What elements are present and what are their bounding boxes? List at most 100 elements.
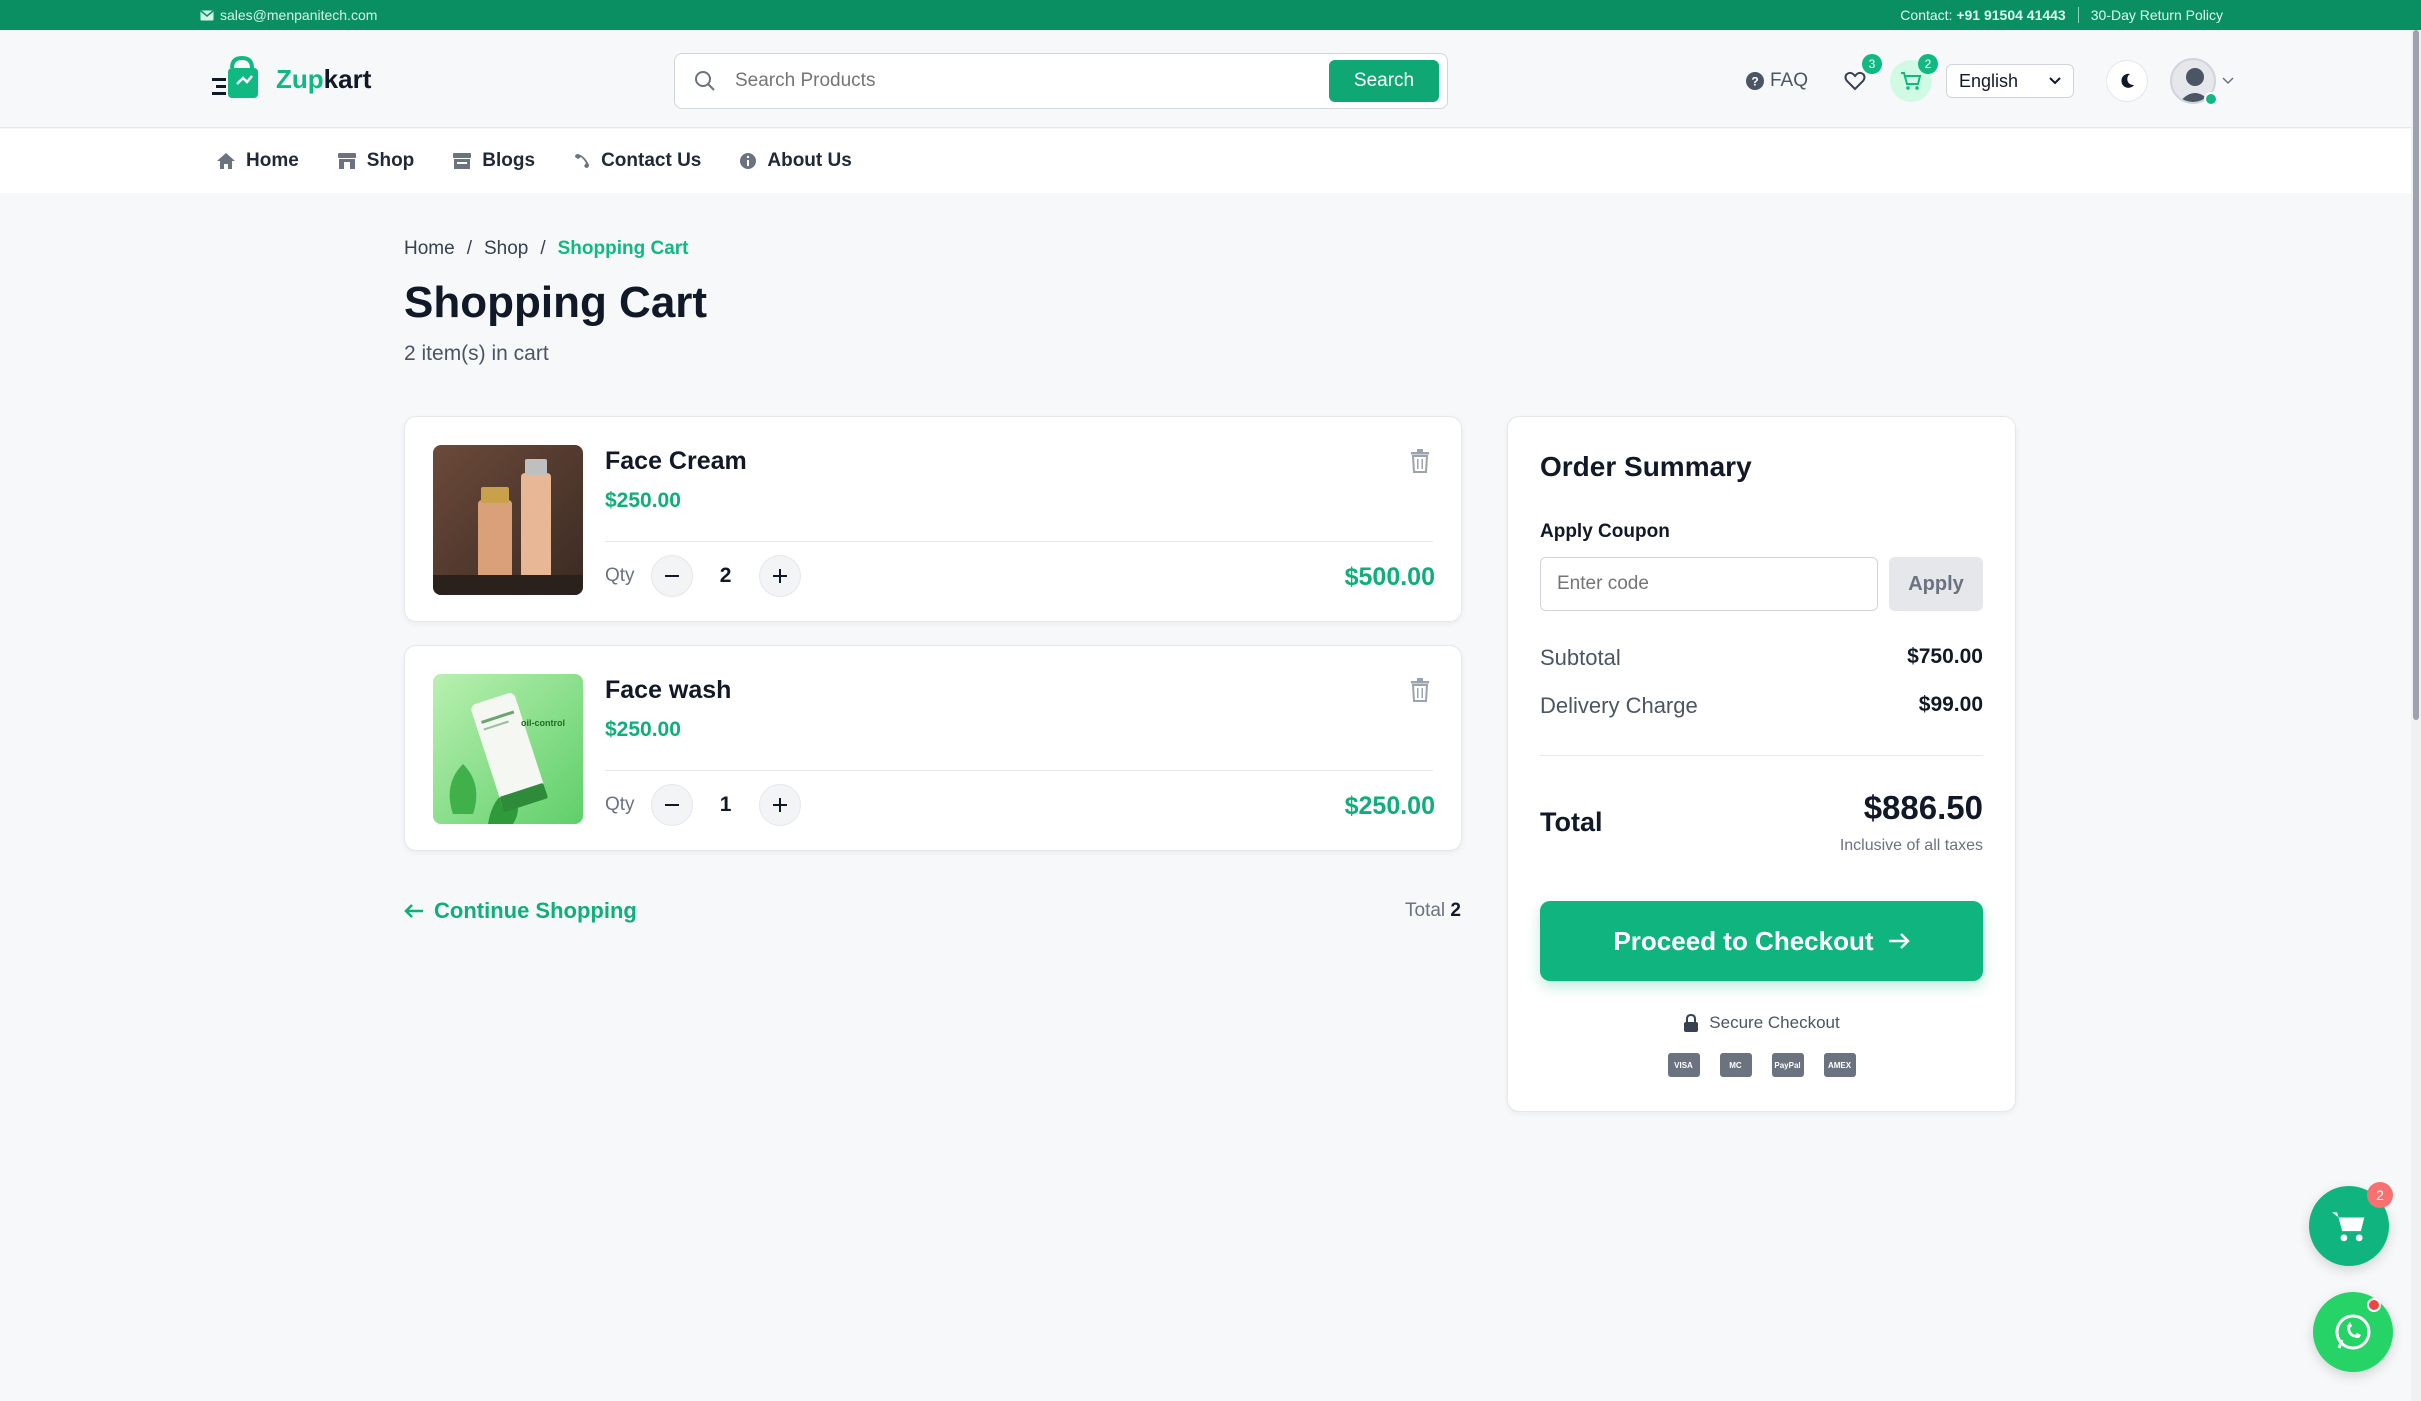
- total-label: Total: [1540, 807, 1603, 837]
- divider: [605, 541, 1433, 542]
- mail-icon: [200, 9, 214, 20]
- subtotal-value: $750.00: [1907, 645, 1983, 668]
- nav-item-contact[interactable]: Contact Us: [573, 150, 701, 172]
- nav-label: Shop: [366, 150, 415, 171]
- remove-item-button[interactable]: [1409, 678, 1431, 707]
- mastercard-icon: MC: [1719, 1053, 1752, 1077]
- product-name[interactable]: Face Cream: [605, 447, 747, 476]
- proceed-to-checkout-button[interactable]: Proceed to Checkout: [1540, 901, 1983, 981]
- search-button[interactable]: Search: [1329, 60, 1439, 102]
- line-total: $250.00: [1344, 792, 1435, 820]
- nav-item-shop[interactable]: Shop: [337, 150, 415, 172]
- decrease-qty-button[interactable]: [650, 784, 693, 826]
- scrollbar[interactable]: [2411, 30, 2421, 1401]
- home-icon: [217, 153, 235, 169]
- remove-item-button[interactable]: [1409, 449, 1431, 478]
- secure-checkout-label: Secure Checkout: [1709, 1013, 1840, 1032]
- brand-suffix: kart: [323, 63, 372, 94]
- paypal-icon: PayPal: [1771, 1053, 1804, 1077]
- nav-item-about[interactable]: About Us: [739, 150, 852, 172]
- visa-icon: VISA: [1667, 1053, 1700, 1077]
- total-value: $886.50: [1863, 789, 1983, 826]
- contact-number[interactable]: +91 91504 41443: [1956, 7, 2065, 23]
- logo[interactable]: Zupkart: [210, 54, 371, 104]
- coupon-label: Apply Coupon: [1540, 521, 1670, 542]
- arrow-right-icon: [1888, 933, 1910, 949]
- cart-total-count: Total 2: [1405, 900, 1461, 922]
- cart-icon: [1901, 72, 1922, 90]
- payment-methods: VISA MC PayPal AMEX: [1508, 1053, 2015, 1077]
- language-select[interactable]: English: [1946, 64, 2075, 98]
- svg-text:?: ?: [1751, 75, 1758, 89]
- order-summary: Order Summary Apply Coupon Apply Subtota…: [1507, 416, 2016, 1112]
- lock-icon: [1684, 1014, 1699, 1032]
- qty-label: Qty: [605, 794, 635, 815]
- cart-badge: 2: [1918, 54, 1939, 74]
- minus-icon: [664, 804, 679, 806]
- floating-cart-button[interactable]: 2: [2309, 1182, 2393, 1266]
- dark-mode-toggle[interactable]: [2106, 60, 2149, 102]
- trash-icon: [1411, 449, 1429, 473]
- brand-name: Zupkart: [276, 64, 371, 95]
- top-divider: [2077, 7, 2079, 23]
- minus-icon: [664, 575, 679, 577]
- qty-label: Qty: [605, 565, 635, 586]
- decrease-qty-button[interactable]: [650, 555, 693, 597]
- faq-label: FAQ: [1770, 70, 1809, 91]
- search-input[interactable]: [735, 70, 1329, 92]
- heart-icon: [1844, 71, 1866, 91]
- nav-item-home[interactable]: Home: [216, 150, 299, 172]
- floating-cart-badge: 2: [2367, 1182, 2393, 1208]
- increase-qty-button[interactable]: [758, 555, 801, 597]
- phone-icon: [575, 154, 590, 168]
- site-header: Zupkart Search ? FAQ 3 2 English: [0, 30, 2421, 128]
- nav-item-blogs[interactable]: Blogs: [452, 150, 535, 172]
- top-email[interactable]: sales@menpanitech.com: [200, 7, 377, 23]
- return-policy[interactable]: 30-Day Return Policy: [2091, 7, 2223, 23]
- wishlist-button[interactable]: 3: [1834, 54, 1883, 102]
- plus-icon: [772, 798, 787, 812]
- search-icon: [675, 70, 735, 92]
- breadcrumb-home[interactable]: Home: [404, 238, 455, 260]
- quantity-stepper: Qty 1: [605, 784, 801, 826]
- order-summary-title: Order Summary: [1540, 451, 1752, 482]
- increase-qty-button[interactable]: [758, 784, 801, 826]
- product-image[interactable]: [433, 445, 583, 595]
- secure-checkout: Secure Checkout: [1508, 1013, 2015, 1033]
- nav-label: Blogs: [482, 150, 536, 171]
- whatsapp-chat-button[interactable]: [2313, 1292, 2393, 1372]
- total-count-label: Total: [1405, 900, 1446, 921]
- user-menu[interactable]: [2170, 58, 2234, 106]
- taxes-note: Inclusive of all taxes: [1839, 837, 1983, 854]
- product-name[interactable]: Face wash: [605, 676, 731, 705]
- cart-button[interactable]: 2: [1890, 54, 1939, 102]
- nav-label: Home: [246, 150, 299, 171]
- svg-text:oil-control: oil-control: [521, 718, 565, 728]
- breadcrumb-separator: /: [466, 238, 472, 259]
- nav-label: About Us: [767, 150, 852, 171]
- coupon-input[interactable]: [1540, 557, 1878, 611]
- cart-item: oil-control Face wash $250.00 Qty 1 $250…: [404, 645, 1462, 851]
- faq-link[interactable]: ? FAQ: [1746, 70, 1808, 92]
- breadcrumb-shop[interactable]: Shop: [484, 238, 528, 260]
- divider: [605, 770, 1433, 771]
- subtotal-label: Subtotal: [1540, 645, 1621, 670]
- moon-icon: [2121, 73, 2135, 88]
- qty-value: 2: [719, 564, 732, 587]
- continue-shopping-link[interactable]: Continue Shopping: [404, 898, 637, 924]
- blog-icon: [453, 153, 472, 169]
- question-icon: ?: [1746, 72, 1764, 90]
- shopping-bag-logo-icon: [212, 55, 258, 98]
- product-image[interactable]: oil-control: [433, 674, 583, 824]
- nav-label: Contact Us: [601, 150, 702, 171]
- scrollbar-thumb[interactable]: [2413, 30, 2419, 720]
- contact-label: Contact:: [1900, 7, 1953, 23]
- trash-icon: [1411, 678, 1429, 702]
- product-price: $250.00: [605, 718, 681, 741]
- arrow-left-icon: [404, 904, 423, 918]
- breadcrumb-current: Shopping Cart: [557, 238, 689, 259]
- language-value: English: [1959, 70, 2019, 91]
- amex-icon: AMEX: [1823, 1053, 1856, 1077]
- apply-coupon-button[interactable]: Apply: [1889, 557, 1983, 611]
- checkout-label: Proceed to Checkout: [1613, 925, 1874, 956]
